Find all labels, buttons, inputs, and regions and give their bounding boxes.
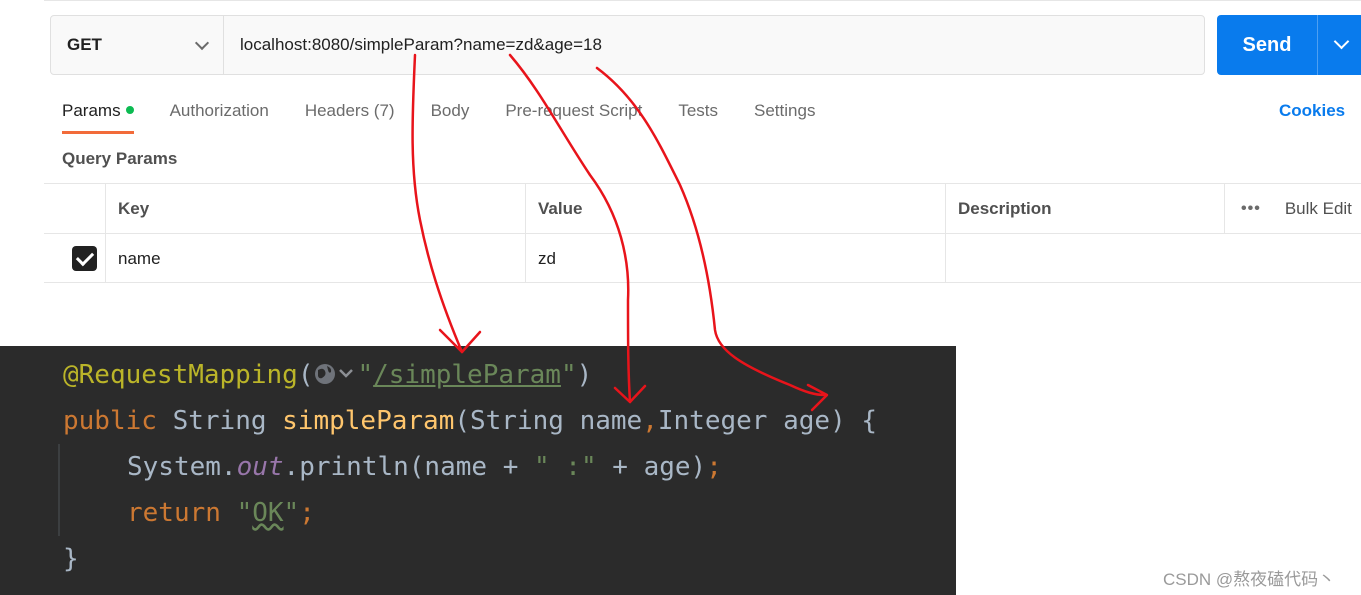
- params-status-dot: [125, 105, 134, 114]
- column-header-value: Value: [525, 184, 945, 233]
- send-button-group: Send: [1217, 15, 1361, 75]
- method-select[interactable]: GET: [51, 16, 224, 74]
- request-bar: GET localhost:8080/simpleParam?name=zd&a…: [50, 15, 1205, 75]
- query-params-table: Key Value Description ••• Bulk Edit name…: [44, 183, 1361, 283]
- param-key-cell[interactable]: name: [105, 234, 525, 283]
- indent-guide: [58, 444, 60, 536]
- tab-pre-request-script[interactable]: Pre-request Script: [505, 98, 642, 134]
- code-line-1: @RequestMapping("/simpleParam"): [63, 360, 593, 390]
- bulk-edit-button[interactable]: Bulk Edit: [1285, 199, 1352, 219]
- method-label: GET: [67, 35, 102, 54]
- cookies-link[interactable]: Cookies: [1279, 98, 1345, 124]
- code-line-3: System.out.println(name + " :" + age);: [127, 452, 722, 482]
- more-options-icon[interactable]: •••: [1241, 200, 1261, 218]
- mapping-path[interactable]: /simpleParam: [373, 360, 561, 390]
- watermark: CSDN @熬夜磕代码丶: [1163, 570, 1336, 589]
- tab-authorization[interactable]: Authorization: [170, 98, 269, 134]
- url-input[interactable]: localhost:8080/simpleParam?name=zd&age=1…: [224, 16, 1204, 74]
- tab-tests[interactable]: Tests: [678, 98, 718, 134]
- send-button[interactable]: Send: [1217, 15, 1317, 75]
- send-options-button[interactable]: [1317, 15, 1361, 75]
- param-value-cell[interactable]: zd: [525, 234, 945, 283]
- code-editor-panel: @RequestMapping("/simpleParam") public S…: [0, 346, 956, 595]
- table-row: name zd: [44, 233, 1361, 283]
- tab-body[interactable]: Body: [431, 98, 470, 134]
- param-description-cell[interactable]: [945, 234, 1361, 283]
- globe-icon[interactable]: [313, 361, 357, 387]
- row-enabled-checkbox[interactable]: [72, 246, 97, 271]
- code-line-2: public String simpleParam(String name,In…: [63, 406, 878, 436]
- top-divider: [44, 0, 1361, 3]
- tab-params[interactable]: Params: [62, 98, 134, 134]
- chevron-down-icon: [1333, 33, 1350, 50]
- column-header-key: Key: [105, 184, 525, 233]
- request-tabs: Params Authorization Headers (7) Body Pr…: [62, 98, 851, 134]
- code-line-5: }: [63, 544, 79, 574]
- chevron-down-icon: [194, 35, 210, 51]
- table-header-row: Key Value Description ••• Bulk Edit: [44, 183, 1361, 233]
- query-params-title: Query Params: [62, 149, 178, 168]
- code-line-4: return "OK";: [127, 498, 315, 528]
- tab-headers[interactable]: Headers (7): [305, 98, 395, 134]
- url-text: localhost:8080/simpleParam?name=zd&age=1…: [240, 35, 602, 54]
- tab-settings[interactable]: Settings: [754, 98, 815, 134]
- table-actions: ••• Bulk Edit: [1224, 184, 1361, 233]
- column-header-description: Description: [945, 184, 1224, 233]
